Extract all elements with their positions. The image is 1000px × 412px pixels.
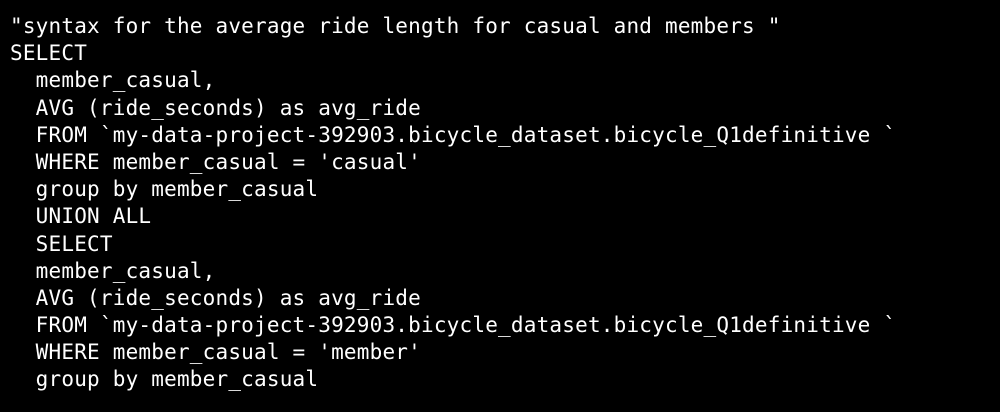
code-line-column: member_casual, xyxy=(10,258,216,283)
code-comment-line: "syntax for the average ride length for … xyxy=(10,14,781,38)
code-panel: "syntax for the average ride length for … xyxy=(0,0,1000,412)
code-line-union-all: UNION ALL xyxy=(10,204,152,229)
code-line-select: SELECT xyxy=(10,231,113,256)
code-line-group-by: group by member_casual xyxy=(10,367,319,392)
code-line-aggregate: AVG (ride_seconds) as avg_ride xyxy=(10,285,421,310)
code-line-aggregate: AVG (ride_seconds) as avg_ride xyxy=(10,95,421,120)
code-line-where: WHERE member_casual = 'member' xyxy=(10,340,421,365)
code-line-select: SELECT xyxy=(10,41,88,66)
code-line-from: FROM `my-data-project-392903.bicycle_dat… xyxy=(10,313,897,338)
code-line-where: WHERE member_casual = 'casual' xyxy=(10,149,421,174)
code-line-group-by: group by member_casual xyxy=(10,177,319,202)
code-line-column: member_casual, xyxy=(10,68,216,93)
code-line-from: FROM `my-data-project-392903.bicycle_dat… xyxy=(10,122,897,147)
